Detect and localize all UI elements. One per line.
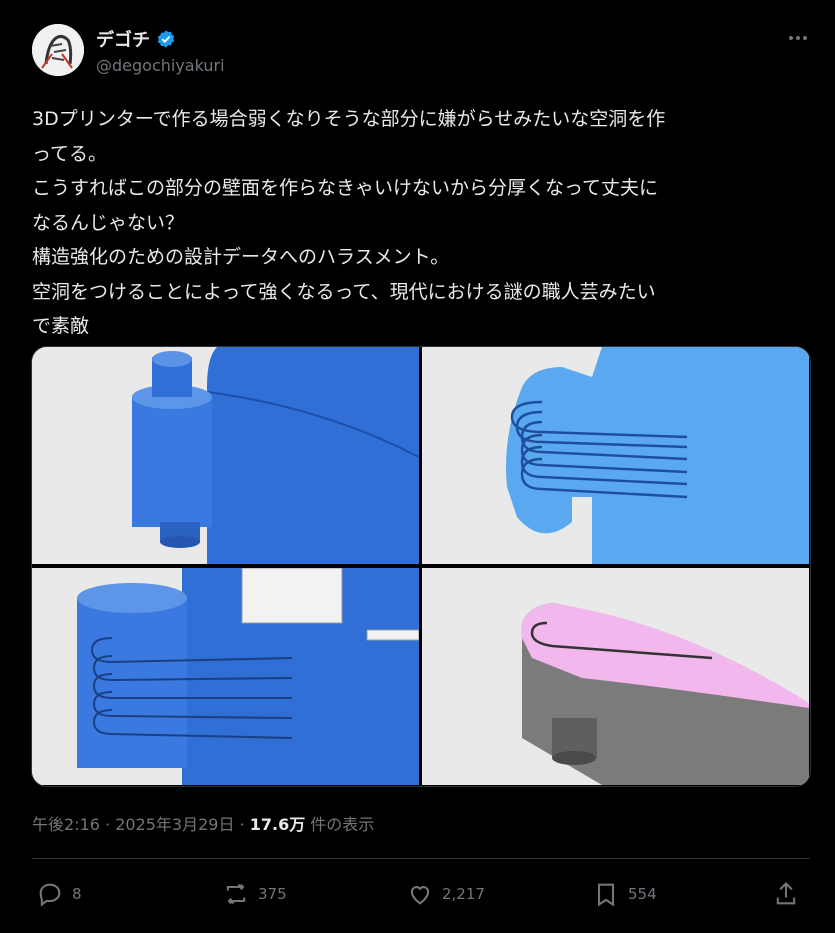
photo-2[interactable] bbox=[422, 347, 809, 564]
share-icon bbox=[776, 882, 796, 905]
tweet-meta: 午後2:16 · 2025年3月29日 · 17.6万 件の表示 bbox=[32, 811, 374, 835]
tweet-line: で素敵 bbox=[32, 315, 90, 337]
like-button[interactable]: 2,217 bbox=[406, 878, 485, 910]
verified-badge-icon bbox=[157, 30, 175, 48]
photo-3[interactable] bbox=[32, 568, 419, 785]
tweet-line: 3Dプリンターで作る場合弱くなりそうな部分に嫌がらせみたいな空洞を作 bbox=[32, 108, 666, 130]
heart-icon bbox=[410, 886, 430, 905]
view-count: 17.6万 bbox=[249, 815, 306, 834]
share-button[interactable] bbox=[772, 878, 800, 910]
photo-4[interactable] bbox=[422, 568, 809, 785]
author-name-row[interactable]: デゴチ bbox=[96, 26, 176, 52]
more-options-icon[interactable] bbox=[784, 28, 812, 48]
divider bbox=[32, 858, 810, 859]
timestamp[interactable]: 午後2:16 · 2025年3月29日 · bbox=[32, 815, 250, 834]
media-grid[interactable] bbox=[31, 346, 811, 787]
tweet-line: なるんじゃない？ bbox=[32, 211, 185, 234]
bookmark-count: 554 bbox=[628, 885, 657, 903]
repost-button[interactable]: 375 bbox=[222, 878, 287, 910]
reply-icon bbox=[39, 883, 61, 907]
tweet-line: 空洞をつけることによって強くなるって、現代における謎の職人芸みたい bbox=[32, 280, 656, 303]
author-name[interactable]: デゴチ bbox=[96, 26, 150, 52]
reply-count: 8 bbox=[72, 885, 82, 903]
bookmark-icon bbox=[597, 883, 615, 907]
repost-count: 375 bbox=[258, 885, 287, 903]
tweet-line: こうすればこの部分の壁面を作らなきゃいけないから分厚くなって丈夫に bbox=[32, 177, 659, 199]
tweet-line: 構造強化のための設計データへのハラスメント。 bbox=[32, 246, 450, 268]
tweet-text: 3Dプリンターで作る場合弱くなりそうな部分に嫌がらせみたいな空洞を作 ってる。 … bbox=[32, 102, 812, 344]
photo-1[interactable] bbox=[32, 347, 419, 564]
tweet-line: ってる。 bbox=[32, 142, 108, 165]
reply-button[interactable]: 8 bbox=[36, 878, 82, 910]
view-count-suffix: 件の表示 bbox=[305, 815, 375, 834]
avatar-image bbox=[32, 24, 84, 76]
like-count: 2,217 bbox=[442, 885, 485, 903]
avatar[interactable] bbox=[32, 24, 84, 76]
author-handle[interactable]: @degochiyakuri bbox=[96, 56, 225, 75]
bookmark-button[interactable]: 554 bbox=[592, 878, 657, 910]
repost-icon bbox=[226, 883, 246, 905]
